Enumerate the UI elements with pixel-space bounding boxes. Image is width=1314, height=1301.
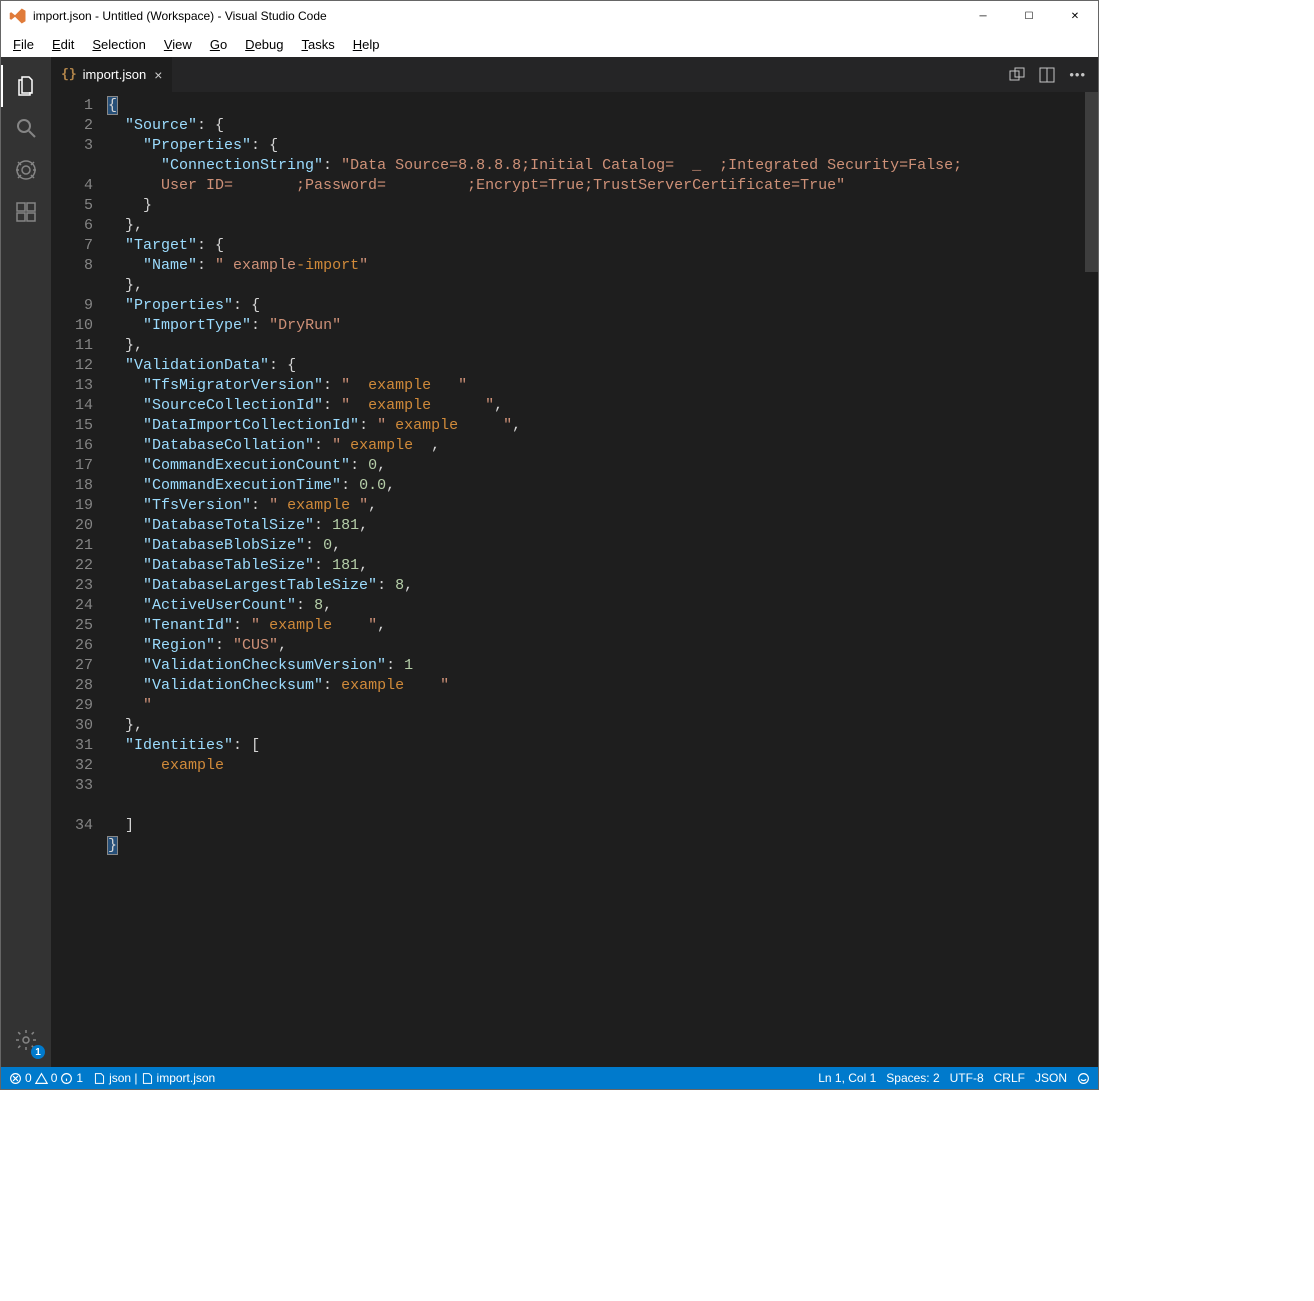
compare-icon[interactable]: [1009, 67, 1025, 83]
tab-import-json[interactable]: {} import.json ×: [51, 57, 172, 92]
menu-edit[interactable]: Edit: [44, 35, 82, 54]
code-content[interactable]: { "Source": { "Properties": { "Connectio…: [107, 92, 1098, 1067]
smiley-icon: [1077, 1072, 1090, 1085]
status-feedback[interactable]: [1077, 1072, 1090, 1085]
scope-file-icon: [141, 1072, 154, 1085]
menu-selection[interactable]: Selection: [84, 35, 153, 54]
json-file-icon: {}: [61, 67, 77, 82]
activity-settings[interactable]: 1: [1, 1019, 51, 1061]
editor[interactable]: 123 45678 910111213141516171819202122232…: [51, 92, 1098, 1067]
menu-go[interactable]: Go: [202, 35, 235, 54]
warning-icon: [35, 1072, 48, 1085]
vscode-logo-icon: [9, 7, 27, 25]
split-editor-icon[interactable]: [1039, 67, 1055, 83]
activity-debug[interactable]: [1, 149, 51, 191]
bug-icon: [14, 158, 38, 182]
scope-icon: [93, 1072, 106, 1085]
status-cursor[interactable]: Ln 1, Col 1: [818, 1071, 876, 1085]
status-indent[interactable]: Spaces: 2: [886, 1071, 939, 1085]
menu-tasks[interactable]: Tasks: [293, 35, 342, 54]
settings-badge: 1: [31, 1045, 45, 1059]
status-encoding[interactable]: UTF-8: [950, 1071, 984, 1085]
info-icon: [60, 1072, 73, 1085]
tab-label: import.json: [83, 67, 147, 82]
window-title: import.json - Untitled (Workspace) - Vis…: [33, 9, 960, 23]
activity-bar: 1: [1, 57, 51, 1067]
extensions-icon: [14, 200, 38, 224]
status-eol[interactable]: CRLF: [994, 1071, 1025, 1085]
menu-file[interactable]: File: [5, 35, 42, 54]
files-icon: [14, 74, 38, 98]
search-icon: [14, 116, 38, 140]
menu-bar: File Edit Selection View Go Debug Tasks …: [1, 31, 1098, 57]
activity-explorer[interactable]: [1, 65, 51, 107]
error-icon: [9, 1072, 22, 1085]
status-scope[interactable]: json | import.json: [93, 1071, 215, 1085]
menu-help[interactable]: Help: [345, 35, 388, 54]
scrollbar-thumb[interactable]: [1085, 92, 1098, 272]
title-bar: import.json - Untitled (Workspace) - Vis…: [1, 1, 1098, 31]
tab-close-icon[interactable]: ×: [154, 67, 162, 83]
status-language[interactable]: JSON: [1035, 1071, 1067, 1085]
minimize-button[interactable]: ─: [960, 1, 1006, 31]
status-problems[interactable]: 0 0 1: [9, 1071, 83, 1085]
status-bar: 0 0 1 json | import.json Ln 1, Col 1 Spa…: [1, 1067, 1098, 1089]
editor-tabs: {} import.json × •••: [51, 57, 1098, 92]
menu-view[interactable]: View: [156, 35, 200, 54]
menu-debug[interactable]: Debug: [237, 35, 291, 54]
activity-extensions[interactable]: [1, 191, 51, 233]
line-gutter: 123 45678 910111213141516171819202122232…: [51, 92, 107, 1067]
more-icon[interactable]: •••: [1069, 67, 1086, 82]
activity-search[interactable]: [1, 107, 51, 149]
maximize-button[interactable]: ☐: [1006, 1, 1052, 31]
close-button[interactable]: ✕: [1052, 1, 1098, 31]
